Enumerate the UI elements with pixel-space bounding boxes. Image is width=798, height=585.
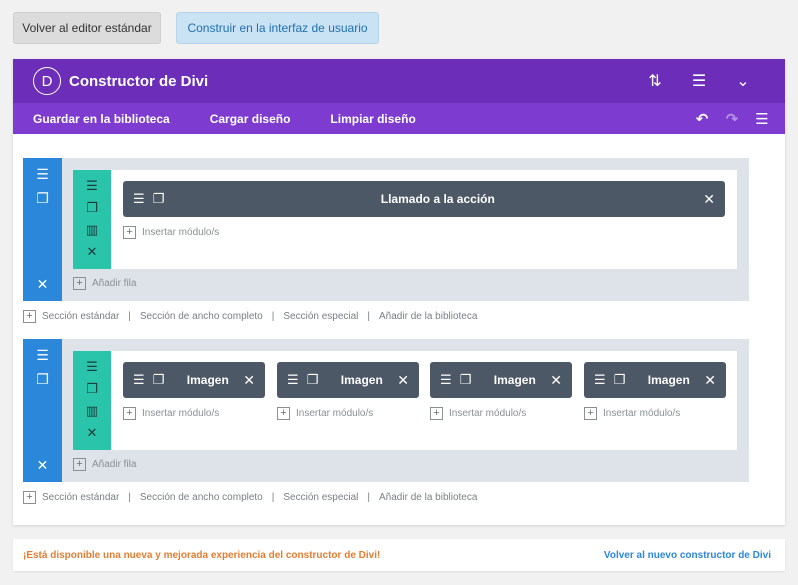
plus-icon: + (73, 277, 86, 290)
standard-editor-button[interactable]: Volver al editor estándar (13, 12, 161, 44)
module-cta[interactable]: ☰ ❐ Llamado a la acción ✕ (123, 181, 725, 217)
clear-layout-button[interactable]: Limpiar diseño (330, 112, 415, 126)
settings-icon[interactable]: ❐ (73, 381, 111, 397)
insert-module-button[interactable]: + Insertar módulo/s (430, 407, 526, 420)
module-label: Imagen (340, 373, 383, 387)
section-links: + Sección estándar | Sección de ancho co… (23, 491, 477, 504)
settings-icon[interactable]: ❐ (307, 372, 319, 388)
module-label: Imagen (493, 373, 536, 387)
columns-icon[interactable]: ▥ (73, 403, 111, 419)
insert-module-button[interactable]: + Insertar módulo/s (584, 407, 680, 420)
module-image[interactable]: ☰ ❐ Imagen ✕ (123, 362, 265, 398)
close-icon[interactable]: ✕ (23, 276, 62, 293)
drag-handle-icon[interactable]: ☰ (594, 372, 606, 388)
add-row-button[interactable]: + Añadir fila (73, 277, 136, 290)
close-icon[interactable]: ✕ (73, 244, 111, 260)
save-to-library-button[interactable]: Guardar en la biblioteca (33, 112, 170, 126)
section-controls: ☰ ❐ ✕ (23, 158, 62, 301)
section-controls: ☰ ❐ ✕ (23, 339, 62, 482)
plus-icon: + (123, 407, 136, 420)
insert-module-button[interactable]: + Insertar módulo/s (277, 407, 373, 420)
sort-icon[interactable]: ⇅ (633, 71, 677, 91)
add-from-library-link[interactable]: Añadir de la biblioteca (379, 311, 477, 322)
close-icon[interactable]: ✕ (550, 372, 562, 389)
close-icon[interactable]: ✕ (73, 425, 111, 441)
drag-handle-icon[interactable]: ☰ (133, 372, 145, 388)
return-new-builder-link[interactable]: Volver al nuevo constructor de Divi (604, 550, 771, 561)
row: ☰ ❐ ▥ ✕ ☰ ❐ Imagen ✕ ☰ ❐ Imagen ✕ ☰ ❐ Im… (73, 351, 737, 450)
drag-handle-icon[interactable]: ☰ (133, 191, 145, 207)
module-label: Imagen (647, 373, 690, 387)
drag-handle-icon[interactable]: ☰ (440, 372, 452, 388)
close-icon[interactable]: ✕ (703, 191, 715, 208)
notice-bar: ¡Está disponible una nueva y mejorada ex… (13, 539, 785, 571)
builder-header: D Constructor de Divi ⇅ ☰ ⌄ (13, 59, 785, 103)
close-icon[interactable]: ✕ (397, 372, 409, 389)
insert-module-button[interactable]: + Insertar módulo/s (123, 226, 219, 239)
section: ☰ ❐ ✕ ☰ ❐ ▥ ✕ ☰ ❐ Llamado a la acción ✕ … (23, 158, 749, 301)
module-image[interactable]: ☰ ❐ Imagen ✕ (430, 362, 572, 398)
settings-icon[interactable]: ❐ (153, 191, 165, 207)
plus-icon: + (23, 310, 36, 323)
columns-icon[interactable]: ▥ (73, 222, 111, 238)
module-image[interactable]: ☰ ❐ Imagen ✕ (584, 362, 726, 398)
plus-icon: + (23, 491, 36, 504)
plus-icon: + (430, 407, 443, 420)
undo-icon[interactable]: ↶ (687, 110, 717, 128)
add-special-section-link[interactable]: Sección especial (283, 311, 358, 322)
add-from-library-link[interactable]: Añadir de la biblioteca (379, 492, 477, 503)
drag-handle-icon[interactable]: ☰ (73, 178, 111, 194)
close-icon[interactable]: ✕ (704, 372, 716, 389)
visual-builder-button[interactable]: Construir en la interfaz de usuario (176, 12, 379, 44)
plus-icon: + (584, 407, 597, 420)
redo-icon[interactable]: ↷ (717, 110, 747, 128)
close-icon[interactable]: ✕ (243, 372, 255, 389)
load-layout-button[interactable]: Cargar diseño (210, 112, 291, 126)
drag-handle-icon[interactable]: ☰ (23, 347, 62, 364)
add-standard-section-link[interactable]: Sección estándar (42, 492, 119, 503)
settings-icon[interactable]: ❐ (153, 372, 165, 388)
add-row-button[interactable]: + Añadir fila (73, 458, 136, 471)
plus-icon: + (73, 458, 86, 471)
menu-icon[interactable]: ☰ (677, 71, 721, 91)
history-icon[interactable]: ☰ (747, 110, 777, 128)
row-controls: ☰ ❐ ▥ ✕ (73, 170, 111, 269)
module-label: Imagen (186, 373, 229, 387)
builder-title: Constructor de Divi (69, 72, 209, 90)
insert-module-button[interactable]: + Insertar módulo/s (123, 407, 219, 420)
settings-icon[interactable]: ❐ (614, 372, 626, 388)
settings-icon[interactable]: ❐ (73, 200, 111, 216)
settings-icon[interactable]: ❐ (23, 190, 62, 207)
plus-icon: + (123, 226, 136, 239)
row-controls: ☰ ❐ ▥ ✕ (73, 351, 111, 450)
divi-logo: D (33, 67, 61, 95)
module-image[interactable]: ☰ ❐ Imagen ✕ (277, 362, 419, 398)
drag-handle-icon[interactable]: ☰ (73, 359, 111, 375)
close-icon[interactable]: ✕ (23, 457, 62, 474)
builder-toolbar: Guardar en la biblioteca Cargar diseño L… (13, 103, 785, 134)
plus-icon: + (277, 407, 290, 420)
chevron-down-icon[interactable]: ⌄ (721, 71, 765, 91)
section-links: + Sección estándar | Sección de ancho co… (23, 310, 477, 323)
notice-message: ¡Está disponible una nueva y mejorada ex… (23, 549, 381, 561)
add-special-section-link[interactable]: Sección especial (283, 492, 358, 503)
add-standard-section-link[interactable]: Sección estándar (42, 311, 119, 322)
module-label: Llamado a la acción (380, 192, 495, 206)
settings-icon[interactable]: ❐ (23, 371, 62, 388)
section: ☰ ❐ ✕ ☰ ❐ ▥ ✕ ☰ ❐ Imagen ✕ ☰ ❐ Imagen ✕ … (23, 339, 749, 482)
settings-icon[interactable]: ❐ (460, 372, 472, 388)
add-fullwidth-section-link[interactable]: Sección de ancho completo (140, 492, 263, 503)
drag-handle-icon[interactable]: ☰ (287, 372, 299, 388)
row: ☰ ❐ ▥ ✕ ☰ ❐ Llamado a la acción ✕ + Inser… (73, 170, 737, 269)
add-fullwidth-section-link[interactable]: Sección de ancho completo (140, 311, 263, 322)
drag-handle-icon[interactable]: ☰ (23, 166, 62, 183)
